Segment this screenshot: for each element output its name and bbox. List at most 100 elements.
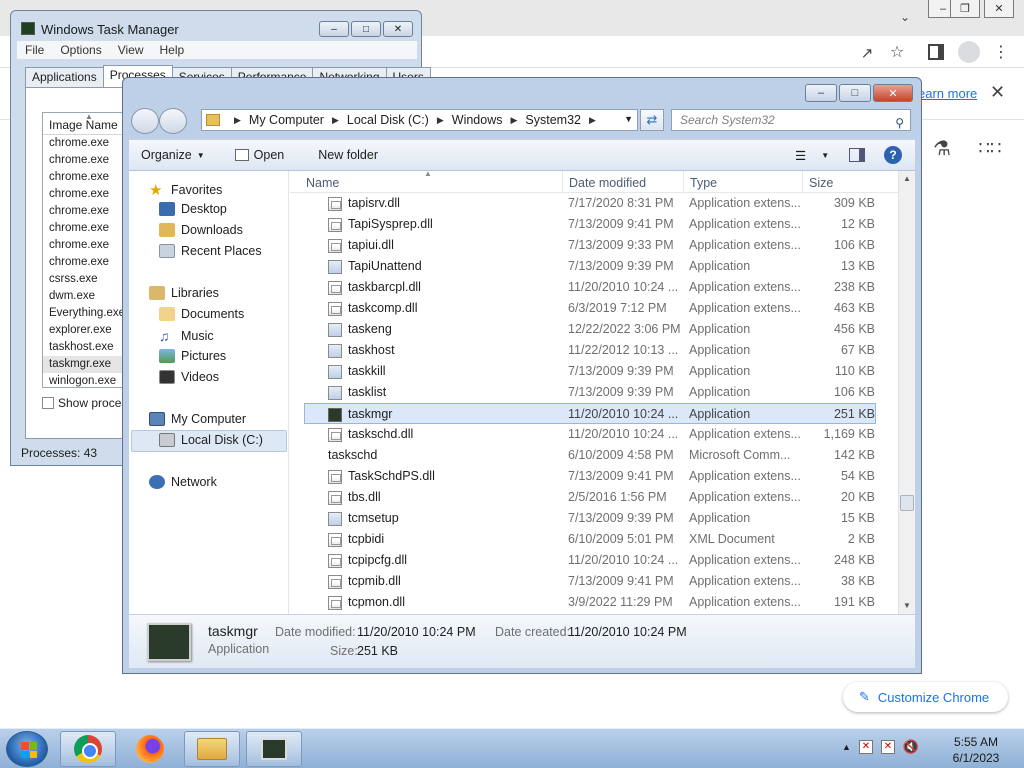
date-created-label: Date created: bbox=[495, 625, 571, 639]
menu-options[interactable]: Options bbox=[60, 43, 101, 57]
minimize-button[interactable]: – bbox=[319, 21, 349, 37]
taskbar-chrome-button[interactable] bbox=[60, 731, 116, 767]
taskbar-task-manager-button[interactable] bbox=[246, 731, 302, 767]
file-row[interactable]: tbs.dll 2/5/2016 1:56 PM Application exten… bbox=[290, 487, 900, 508]
file-row[interactable]: tapiui.dll 7/13/2009 9:33 PM Application e… bbox=[290, 235, 900, 256]
show-processes-checkbox[interactable] bbox=[42, 397, 54, 409]
breadcrumb-windows[interactable]: Windows bbox=[452, 113, 503, 127]
nav-downloads[interactable]: Downloads bbox=[159, 223, 243, 237]
action-center-icon[interactable]: ✕ bbox=[858, 740, 873, 754]
file-row[interactable]: tcmsetup 7/13/2009 9:39 PM Application 15 K… bbox=[290, 508, 900, 529]
column-size[interactable]: Size bbox=[802, 171, 880, 193]
taskbar-explorer-button[interactable] bbox=[184, 731, 240, 767]
nav-desktop[interactable]: Desktop bbox=[159, 202, 227, 216]
breadcrumb-my-computer[interactable]: My Computer bbox=[249, 113, 324, 127]
file-row[interactable]: taskschd 6/10/2009 4:58 PM Microsoft Comm.… bbox=[290, 445, 900, 466]
address-dropdown-icon[interactable]: ▼ bbox=[624, 114, 633, 124]
chevron-down-icon[interactable]: ⌄ bbox=[896, 8, 914, 26]
file-row[interactable]: taskbarcpl.dll 11/20/2010 10:24 ... Applic… bbox=[290, 277, 900, 298]
file-row[interactable]: tasklist 7/13/2009 9:39 PM Application 106 … bbox=[290, 382, 900, 403]
show-all-processes-option[interactable]: Show process bbox=[42, 396, 133, 410]
taskbar-firefox-button[interactable] bbox=[122, 731, 178, 767]
menu-file[interactable]: File bbox=[25, 43, 44, 57]
change-view-button[interactable]: ☰ ▼ bbox=[785, 140, 839, 170]
nav-music[interactable]: ♫ Music bbox=[159, 328, 214, 344]
file-row[interactable]: tcpmon.dll 3/9/2022 11:29 PM Application e… bbox=[290, 592, 900, 613]
preview-pane-button[interactable] bbox=[839, 140, 875, 170]
file-row[interactable]: tcpmib.dll 7/13/2009 9:41 PM Application e… bbox=[290, 571, 900, 592]
address-bar[interactable]: ▶ My Computer ▶ Local Disk (C:) ▶ Window… bbox=[201, 109, 638, 131]
file-row[interactable]: taskkill 7/13/2009 9:39 PM Application 110 … bbox=[290, 361, 900, 382]
file-row[interactable]: taskhost 11/22/2012 10:13 ... Application 6… bbox=[290, 340, 900, 361]
nav-network[interactable]: Network bbox=[149, 475, 217, 489]
file-row[interactable]: taskmgr 11/20/2010 10:24 ... Application 25… bbox=[304, 403, 876, 424]
file-row[interactable]: TapiSysprep.dll 7/13/2009 9:41 PM Applicat… bbox=[290, 214, 900, 235]
menu-help[interactable]: Help bbox=[160, 43, 185, 57]
show-hidden-icons-icon[interactable]: ▲ bbox=[842, 742, 851, 752]
scroll-down-icon[interactable]: ▼ bbox=[899, 598, 915, 614]
search-icon[interactable]: ⚲ bbox=[895, 113, 904, 133]
back-button[interactable] bbox=[131, 108, 159, 134]
labs-flask-icon[interactable]: ⚗ bbox=[930, 136, 954, 160]
close-button[interactable]: ✕ bbox=[383, 21, 413, 37]
tab-applications[interactable]: Applications bbox=[25, 67, 104, 87]
maximize-button[interactable]: □ bbox=[839, 84, 871, 102]
file-row[interactable]: taskschd.dll 11/20/2010 10:24 ... Applicat… bbox=[290, 424, 900, 445]
close-button[interactable]: ✕ bbox=[873, 84, 913, 102]
side-panel-icon[interactable] bbox=[928, 44, 944, 60]
chevron-right-icon[interactable]: ▶ bbox=[510, 115, 517, 126]
menu-view[interactable]: View bbox=[118, 43, 144, 57]
infobar-close-icon[interactable]: ✕ bbox=[990, 82, 1005, 103]
customize-chrome-button[interactable]: ✎ Customize Chrome bbox=[843, 682, 1008, 712]
chrome-close-button[interactable]: ✕ bbox=[984, 0, 1014, 18]
scroll-up-icon[interactable]: ▲ bbox=[899, 171, 915, 187]
new-folder-button[interactable]: New folder bbox=[308, 140, 388, 170]
nav-pictures[interactable]: Pictures bbox=[159, 349, 226, 363]
refresh-button[interactable]: ⇄ bbox=[640, 109, 664, 131]
open-button[interactable]: Open bbox=[225, 140, 295, 170]
file-date-cell: 7/13/2009 9:41 PM bbox=[568, 217, 674, 231]
file-row[interactable]: tapisrv.dll 7/17/2020 8:31 PM Application … bbox=[290, 193, 900, 214]
chevron-right-icon[interactable]: ▶ bbox=[589, 115, 596, 126]
nav-local-disk[interactable]: Local Disk (C:) bbox=[159, 433, 263, 447]
maximize-button[interactable]: □ bbox=[351, 21, 381, 37]
help-button[interactable]: ? bbox=[874, 140, 912, 170]
more-menu-icon[interactable]: ⋮ bbox=[993, 42, 1009, 62]
chrome-restore-button[interactable]: ❐ bbox=[950, 0, 980, 18]
minimize-button[interactable]: – bbox=[805, 84, 837, 102]
learn-more-link[interactable]: earn more bbox=[918, 86, 977, 101]
volume-muted-icon[interactable]: 🔇 bbox=[903, 739, 919, 755]
file-list-scrollbar[interactable]: ▲ ▼ bbox=[898, 171, 915, 614]
column-date-modified[interactable]: Date modified bbox=[562, 171, 682, 193]
column-type[interactable]: Type bbox=[683, 171, 801, 193]
file-row[interactable]: TaskSchdPS.dll 7/13/2009 9:41 PM Applicati… bbox=[290, 466, 900, 487]
chevron-right-icon[interactable]: ▶ bbox=[437, 115, 444, 126]
network-status-icon[interactable]: ✕ bbox=[880, 740, 895, 754]
file-row[interactable]: tcpbidi 6/10/2009 5:01 PM XML Document 2 KB bbox=[290, 529, 900, 550]
search-input[interactable]: Search System32 ⚲ bbox=[671, 109, 911, 131]
nav-videos[interactable]: Videos bbox=[159, 370, 219, 384]
scrollbar-thumb[interactable] bbox=[900, 495, 914, 511]
system-clock[interactable]: 5:55 AM 6/1/2023 bbox=[940, 734, 1012, 766]
nav-recent-places[interactable]: Recent Places bbox=[159, 244, 262, 258]
start-button[interactable] bbox=[6, 731, 48, 767]
file-row[interactable]: tcpipcfg.dll 11/20/2010 10:24 ... Applicat… bbox=[290, 550, 900, 571]
nav-favorites[interactable]: ★ Favorites bbox=[149, 181, 222, 199]
chevron-right-icon[interactable]: ▶ bbox=[234, 115, 241, 126]
profile-avatar-icon[interactable] bbox=[958, 41, 980, 63]
organize-button[interactable]: Organize ▼ bbox=[129, 140, 215, 170]
explorer-window[interactable]: – □ ✕ ▶ My Computer ▶ Local Disk (C:) ▶ … bbox=[122, 77, 922, 674]
breadcrumb-system32[interactable]: System32 bbox=[525, 113, 581, 127]
nav-libraries[interactable]: Libraries bbox=[149, 286, 219, 300]
share-icon[interactable]: ↗ bbox=[858, 44, 876, 62]
nav-documents[interactable]: Documents bbox=[159, 307, 244, 321]
forward-button[interactable] bbox=[159, 108, 187, 134]
breadcrumb-local-disk[interactable]: Local Disk (C:) bbox=[347, 113, 429, 127]
file-row[interactable]: TapiUnattend 7/13/2009 9:39 PM Application… bbox=[290, 256, 900, 277]
chevron-right-icon[interactable]: ▶ bbox=[332, 115, 339, 126]
bookmark-star-icon[interactable]: ☆ bbox=[888, 43, 906, 61]
nav-my-computer[interactable]: My Computer bbox=[149, 412, 246, 426]
file-row[interactable]: taskeng 12/22/2022 3:06 PM Application 456 … bbox=[290, 319, 900, 340]
apps-grid-icon[interactable]: ∷∷ bbox=[978, 136, 1002, 160]
file-row[interactable]: taskcomp.dll 6/3/2019 7:12 PM Application … bbox=[290, 298, 900, 319]
